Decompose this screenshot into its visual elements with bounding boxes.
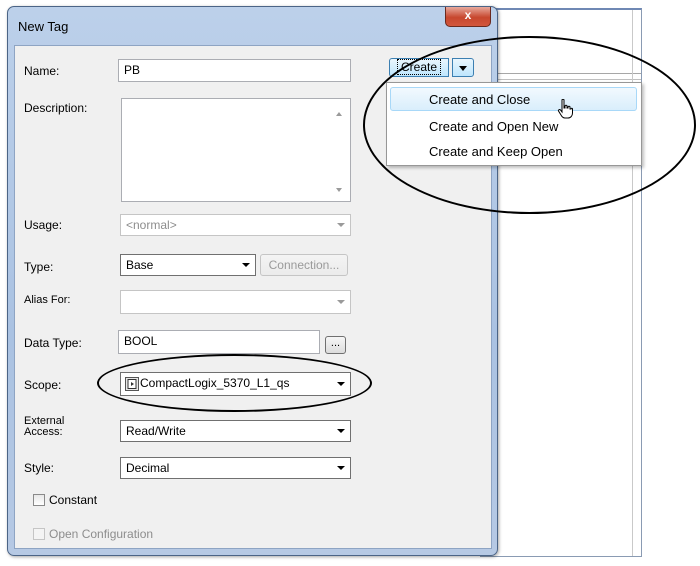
external-access-label: External Access: — [24, 416, 64, 438]
constant-checkbox[interactable] — [33, 494, 45, 506]
name-input[interactable]: PB — [118, 59, 351, 82]
chevron-down-icon — [337, 466, 345, 470]
type-label: Type: — [24, 260, 54, 274]
open-configuration-label: Open Configuration — [49, 527, 154, 541]
datatype-input[interactable]: BOOL — [118, 330, 320, 354]
usage-value: <normal> — [126, 218, 177, 232]
description-textarea[interactable] — [121, 98, 351, 202]
alias-label: Alias For: — [24, 294, 71, 306]
style-label: Style: — [24, 461, 55, 475]
chevron-down-icon — [242, 263, 250, 267]
chevron-down-icon — [337, 300, 345, 304]
connection-button: Connection... — [260, 254, 348, 276]
scope-label: Scope: — [24, 378, 62, 392]
browse-datatype-button[interactable]: ... — [325, 336, 346, 354]
description-label: Description: — [24, 101, 88, 115]
usage-select: <normal> — [120, 214, 351, 236]
style-select[interactable]: Decimal — [120, 457, 351, 479]
external-access-value: Read/Write — [126, 424, 186, 438]
annotation-ellipse — [97, 354, 372, 412]
external-access-label-line2: Access: — [24, 426, 63, 438]
close-button[interactable]: x — [445, 7, 491, 27]
chevron-down-icon — [337, 429, 345, 433]
scroll-up-icon[interactable] — [336, 112, 342, 116]
usage-label: Usage: — [24, 218, 63, 232]
type-select[interactable]: Base — [120, 254, 256, 276]
datatype-label: Data Type: — [24, 336, 82, 350]
dialog-title: New Tag — [18, 19, 69, 34]
open-configuration-checkbox — [33, 528, 45, 540]
external-access-select[interactable]: Read/Write — [120, 420, 351, 442]
scroll-down-icon[interactable] — [336, 188, 342, 192]
name-label: Name: — [24, 64, 60, 78]
style-value: Decimal — [126, 461, 170, 475]
alias-select — [120, 290, 351, 314]
annotation-ellipse — [363, 36, 696, 214]
type-value: Base — [126, 258, 154, 272]
constant-label: Constant — [49, 493, 98, 507]
chevron-down-icon — [337, 223, 345, 227]
